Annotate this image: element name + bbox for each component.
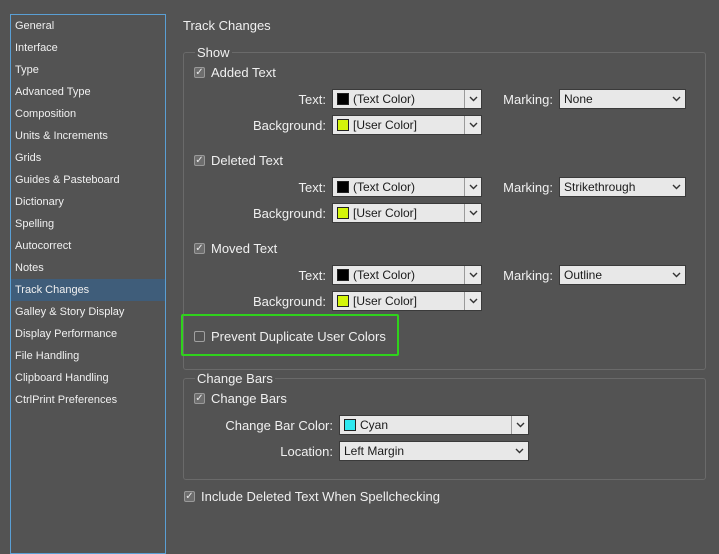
moved-text-checkbox-row[interactable]: ✓ Moved Text xyxy=(194,241,277,256)
deleted-background-value: [User Color] xyxy=(353,206,418,220)
sidebar-item-units-increments[interactable]: Units & Increments xyxy=(11,125,165,147)
black-swatch-icon xyxy=(337,181,349,193)
black-swatch-icon xyxy=(337,93,349,105)
prevent-duplicate-checkbox[interactable] xyxy=(194,331,205,342)
sidebar-item-interface[interactable]: Interface xyxy=(11,37,165,59)
added-text-color-dropdown[interactable]: (Text Color) xyxy=(332,89,482,109)
black-swatch-icon xyxy=(337,269,349,281)
added-marking-dropdown[interactable]: None xyxy=(559,89,686,109)
added-text-label: Added Text xyxy=(211,65,276,80)
change-bar-color-value: Cyan xyxy=(360,418,389,432)
sidebar-item-guides-pasteboard[interactable]: Guides & Pasteboard xyxy=(11,169,165,191)
sidebar-item-general[interactable]: General xyxy=(11,15,165,37)
user-color-swatch-icon xyxy=(337,295,349,307)
sidebar-item-clipboard-handling[interactable]: Clipboard Handling xyxy=(11,367,165,389)
prevent-duplicate-checkbox-row[interactable]: Prevent Duplicate User Colors xyxy=(194,329,386,344)
sidebar-item-autocorrect[interactable]: Autocorrect xyxy=(11,235,165,257)
sidebar-item-type[interactable]: Type xyxy=(11,59,165,81)
spellcheck-label: Include Deleted Text When Spellchecking xyxy=(201,489,440,504)
sidebar-item-galley-story-display[interactable]: Galley & Story Display xyxy=(11,301,165,323)
sidebar-item-advanced-type[interactable]: Advanced Type xyxy=(11,81,165,103)
deleted-background-dropdown[interactable]: [User Color] xyxy=(332,203,482,223)
chevron-down-icon xyxy=(672,96,681,102)
sidebar-item-grids[interactable]: Grids xyxy=(11,147,165,169)
chevron-down-icon[interactable] xyxy=(464,204,481,222)
deleted-marking-value: Strikethrough xyxy=(564,180,636,194)
sidebar-item-display-performance[interactable]: Display Performance xyxy=(11,323,165,345)
sidebar-item-notes[interactable]: Notes xyxy=(11,257,165,279)
added-marking-label: Marking: xyxy=(503,92,553,107)
chevron-down-icon xyxy=(672,184,681,190)
deleted-background-label: Background: xyxy=(253,206,326,221)
added-background-value: [User Color] xyxy=(353,118,418,132)
user-color-swatch-icon xyxy=(337,119,349,131)
chevron-down-icon[interactable] xyxy=(464,178,481,196)
added-text-checkbox[interactable]: ✓ xyxy=(194,67,205,78)
change-bars-checkbox[interactable]: ✓ xyxy=(194,393,205,404)
spellcheck-checkbox-row[interactable]: ✓ Include Deleted Text When Spellcheckin… xyxy=(184,489,440,504)
deleted-text-color-value: (Text Color) xyxy=(353,180,416,194)
chevron-down-icon[interactable] xyxy=(511,416,528,434)
deleted-text-checkbox-row[interactable]: ✓ Deleted Text xyxy=(194,153,283,168)
show-group-legend: Show xyxy=(195,45,232,60)
deleted-text-label: Deleted Text xyxy=(211,153,284,168)
chevron-down-icon[interactable] xyxy=(464,116,481,134)
moved-marking-label: Marking: xyxy=(503,268,553,283)
added-marking-value: None xyxy=(564,92,593,106)
chevron-down-icon xyxy=(515,448,524,454)
page-title: Track Changes xyxy=(183,18,271,33)
sidebar-item-spelling[interactable]: Spelling xyxy=(11,213,165,235)
change-bar-color-dropdown[interactable]: Cyan xyxy=(339,415,529,435)
change-bars-checkbox-row[interactable]: ✓ Change Bars xyxy=(194,391,287,406)
sidebar-item-composition[interactable]: Composition xyxy=(11,103,165,125)
moved-background-value: [User Color] xyxy=(353,294,418,308)
location-value: Left Margin xyxy=(344,444,405,458)
chevron-down-icon xyxy=(672,272,681,278)
chevron-down-icon[interactable] xyxy=(464,292,481,310)
added-background-dropdown[interactable]: [User Color] xyxy=(332,115,482,135)
location-dropdown[interactable]: Left Margin xyxy=(339,441,529,461)
sidebar-item-track-changes[interactable]: Track Changes xyxy=(11,279,165,301)
prevent-duplicate-label: Prevent Duplicate User Colors xyxy=(211,329,386,344)
moved-text-color-dropdown[interactable]: (Text Color) xyxy=(332,265,482,285)
deleted-text-color-label: Text: xyxy=(298,180,326,195)
added-text-color-value: (Text Color) xyxy=(353,92,416,106)
moved-text-color-value: (Text Color) xyxy=(353,268,416,282)
change-bars-group-legend: Change Bars xyxy=(195,371,275,386)
location-label: Location: xyxy=(280,444,333,459)
moved-marking-value: Outline xyxy=(564,268,603,282)
preferences-sidebar: General Interface Type Advanced Type Com… xyxy=(10,14,166,554)
added-background-label: Background: xyxy=(253,118,326,133)
change-bars-label: Change Bars xyxy=(211,391,287,406)
added-text-color-label: Text: xyxy=(298,92,326,107)
moved-background-dropdown[interactable]: [User Color] xyxy=(332,291,482,311)
deleted-marking-label: Marking: xyxy=(503,180,553,195)
moved-text-checkbox[interactable]: ✓ xyxy=(194,243,205,254)
sidebar-item-dictionary[interactable]: Dictionary xyxy=(11,191,165,213)
moved-marking-dropdown[interactable]: Outline xyxy=(559,265,686,285)
chevron-down-icon[interactable] xyxy=(464,266,481,284)
deleted-marking-dropdown[interactable]: Strikethrough xyxy=(559,177,686,197)
moved-background-label: Background: xyxy=(253,294,326,309)
deleted-text-checkbox[interactable]: ✓ xyxy=(194,155,205,166)
moved-text-color-label: Text: xyxy=(298,268,326,283)
user-color-swatch-icon xyxy=(337,207,349,219)
sidebar-item-ctrlprint-preferences[interactable]: CtrlPrint Preferences xyxy=(11,389,165,411)
change-bar-color-label: Change Bar Color: xyxy=(225,418,333,433)
moved-text-label: Moved Text xyxy=(211,241,278,256)
added-text-checkbox-row[interactable]: ✓ Added Text xyxy=(194,65,276,80)
spellcheck-checkbox[interactable]: ✓ xyxy=(184,491,195,502)
chevron-down-icon[interactable] xyxy=(464,90,481,108)
sidebar-item-file-handling[interactable]: File Handling xyxy=(11,345,165,367)
cyan-swatch-icon xyxy=(344,419,356,431)
deleted-text-color-dropdown[interactable]: (Text Color) xyxy=(332,177,482,197)
